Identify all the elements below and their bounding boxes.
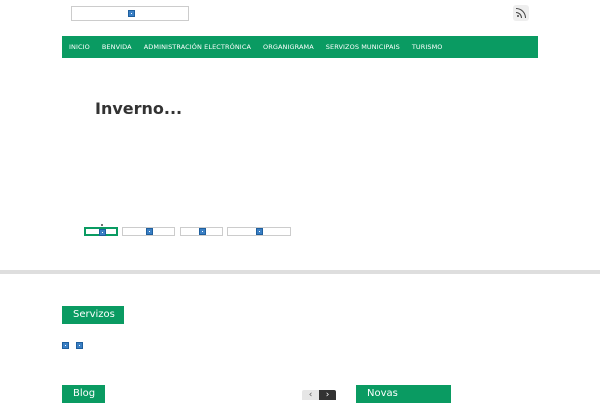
servizos-section-title: Servizos xyxy=(62,306,124,324)
nav-item-administracion-electronica[interactable]: ADMINISTRACIÓN ELECTRÓNICA xyxy=(138,43,257,51)
broken-image-icon xyxy=(99,229,106,236)
blog-section-title: Blog xyxy=(62,385,105,403)
main-navigation: INICIO BENVIDA ADMINISTRACIÓN ELECTRÓNIC… xyxy=(62,36,538,58)
broken-image-icon xyxy=(256,228,263,235)
nav-item-benvida[interactable]: BENVIDA xyxy=(96,43,138,51)
prev-button[interactable]: ‹ xyxy=(302,390,319,400)
rss-icon[interactable] xyxy=(513,5,529,21)
slider-thumbnail[interactable] xyxy=(122,227,175,236)
slider-thumbnail[interactable] xyxy=(180,227,223,236)
nav-item-inicio[interactable]: INICIO xyxy=(62,43,96,51)
nav-item-turismo[interactable]: TURISMO xyxy=(406,43,449,51)
slide-title: Inverno... xyxy=(95,99,183,118)
broken-image-icon xyxy=(146,228,153,235)
slider-thumbnail[interactable] xyxy=(227,227,291,236)
section-divider xyxy=(0,270,600,274)
next-button[interactable]: › xyxy=(319,390,336,400)
broken-image-icon[interactable] xyxy=(76,342,83,349)
site-logo[interactable] xyxy=(71,6,189,21)
broken-image-icon xyxy=(199,228,206,235)
novas-section-title: Novas xyxy=(356,385,451,403)
active-thumbnail-marker xyxy=(101,224,103,226)
broken-image-icon xyxy=(128,10,135,17)
slider-thumbnail[interactable] xyxy=(84,224,118,236)
broken-image-icon[interactable] xyxy=(62,342,69,349)
nav-item-servizos-municipais[interactable]: SERVIZOS MUNICIPAIS xyxy=(320,43,406,51)
nav-item-organigrama[interactable]: ORGANIGRAMA xyxy=(257,43,320,51)
